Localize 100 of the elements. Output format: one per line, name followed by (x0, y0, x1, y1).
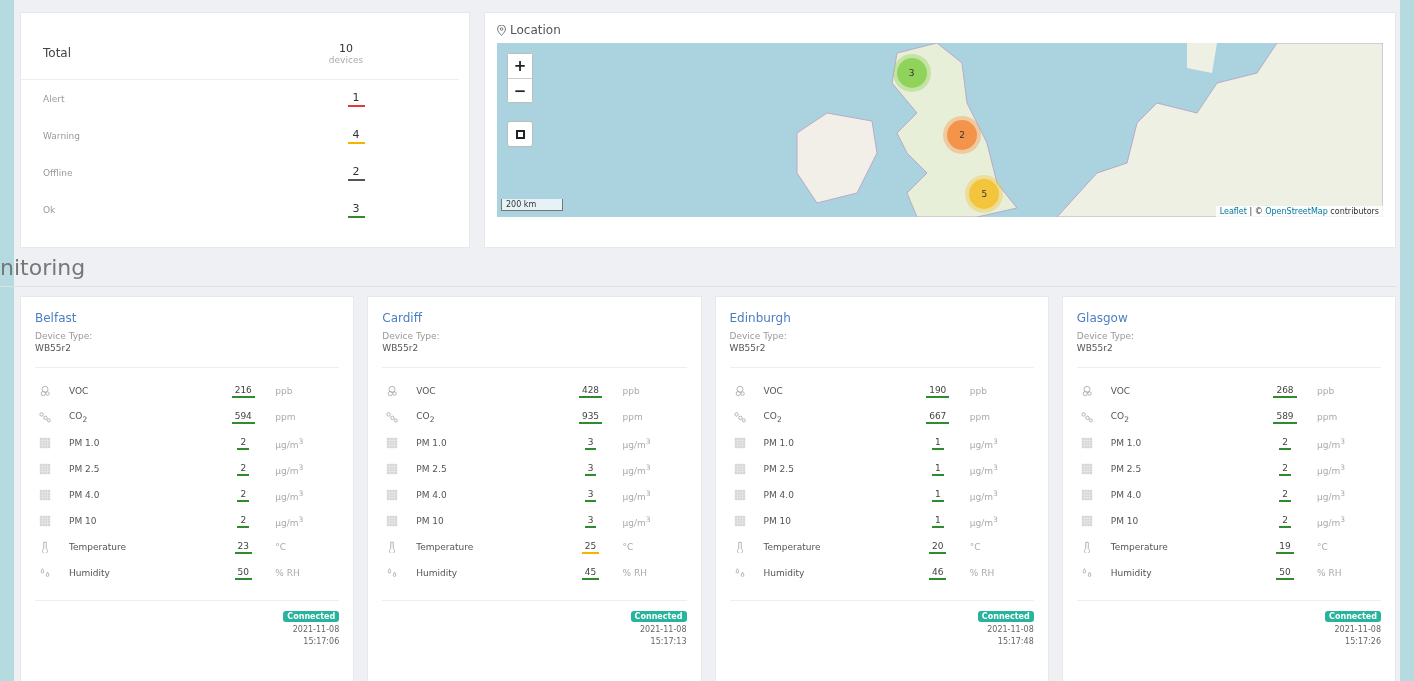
time-text: 15:17:26 (1345, 637, 1381, 646)
reading-value: 25 (581, 540, 600, 554)
reading-value: 50 (234, 566, 252, 580)
reading-value: 3 (584, 514, 597, 528)
location-title: Location (510, 23, 561, 37)
time-text: 15:17:06 (303, 637, 340, 646)
status-count: 2 (347, 164, 365, 181)
reading-unit: ppb (621, 386, 641, 396)
reading-value: 428 (578, 384, 603, 398)
reading-unit: °C (621, 542, 635, 552)
map-button[interactable] (507, 121, 533, 147)
molecule-icon (1080, 385, 1093, 397)
reading-label: Humidity (763, 568, 806, 578)
reading-label: PM 1.0 (416, 438, 448, 448)
reading-label: PM 10 (416, 516, 445, 526)
grid-icon (1080, 489, 1093, 501)
droplets-icon (386, 567, 399, 579)
status-label: Offline (43, 167, 74, 178)
device-name[interactable]: Belfast (35, 311, 340, 325)
grid-icon (386, 489, 399, 501)
device-type: WB55r2 (1076, 343, 1114, 353)
reading-value: 2 (1279, 514, 1291, 528)
reading-value: 2 (237, 488, 250, 502)
reading-unit: µg/m$^{3}$ (968, 488, 999, 502)
reading-label: Temperature (1110, 542, 1169, 552)
openstreetmap-link[interactable]: OpenStreetMap (1265, 207, 1328, 216)
grid-icon (39, 515, 51, 527)
device-type-label: Device Type: (1076, 331, 1136, 341)
reading-value: 45 (581, 566, 600, 580)
leaflet-link[interactable]: Leaflet (1219, 207, 1247, 216)
reading-label: PM 10 (69, 516, 98, 526)
reading-value: 23 (234, 540, 252, 554)
grid-icon (39, 463, 51, 475)
map-attribution: Leaflet | © OpenStreetMap contributors (1215, 206, 1383, 217)
reading-unit: ppb (1316, 386, 1336, 396)
reading-unit: ppb (968, 386, 988, 396)
reading-unit: °C (968, 542, 982, 552)
zoom-out-button[interactable]: − (508, 78, 532, 102)
reading-unit: % RH (968, 568, 996, 578)
grid-icon (386, 463, 399, 475)
grid-icon (1080, 437, 1093, 449)
grid-icon (1080, 463, 1093, 475)
reading-label: VOC (69, 386, 90, 396)
status-badge: Connected (1325, 611, 1381, 622)
status-count: 1 (347, 90, 365, 107)
reading-unit: µg/m$^{3}$ (1316, 436, 1347, 450)
reading-unit: % RH (621, 568, 648, 578)
reading-label: CO$_{2}$ (763, 410, 783, 424)
grid-icon (386, 515, 399, 527)
reading-unit: µg/m$^{3}$ (274, 436, 305, 450)
reading-label: PM 4.0 (416, 490, 448, 500)
status-count: 3 (347, 201, 365, 218)
reading-unit: µg/m$^{3}$ (274, 514, 305, 528)
map-scale: 200 km (501, 199, 563, 211)
reading-unit: µg/m$^{3}$ (1316, 514, 1347, 528)
reading-value: 3 (584, 488, 597, 502)
reading-unit: µg/m$^{3}$ (621, 514, 652, 528)
grid-icon (733, 463, 746, 475)
square-icon (515, 129, 525, 139)
date-text: 2021-11-08 (292, 625, 340, 634)
reading-label: VOC (763, 386, 784, 396)
bubbles-icon (1080, 411, 1093, 423)
reading-label: PM 2.5 (763, 464, 795, 474)
reading-label: PM 1.0 (763, 438, 795, 448)
device-name[interactable]: Cardiff (382, 311, 687, 325)
reading-label: Temperature (69, 542, 127, 552)
reading-value: 2 (1279, 462, 1291, 476)
reading-label: Humidity (69, 568, 111, 578)
reading-unit: µg/m$^{3}$ (968, 514, 999, 528)
droplets-icon (733, 567, 746, 579)
reading-label: PM 10 (1110, 516, 1140, 526)
reading-unit: °C (1316, 542, 1329, 552)
reading-value: 19 (1276, 540, 1294, 554)
droplets-icon (1080, 567, 1093, 579)
reading-value: 20 (929, 540, 947, 554)
status-badge: Connected (630, 611, 687, 622)
device-type: WB55r2 (729, 343, 767, 353)
bubbles-icon (386, 411, 399, 423)
device-name[interactable]: Edinburgh (729, 311, 1034, 325)
date-text: 2021-11-08 (640, 625, 687, 634)
reading-label: CO$_{2}$ (69, 410, 89, 424)
thermometer-icon (39, 541, 51, 553)
reading-label: PM 2.5 (69, 464, 101, 474)
status-label: Alert (43, 93, 66, 104)
device-name[interactable]: Glasgow (1076, 311, 1381, 325)
status-count: 4 (347, 127, 365, 144)
status-badge: Connected (283, 611, 340, 622)
reading-value: 594 (231, 410, 255, 424)
molecule-icon (733, 385, 746, 397)
reading-label: Humidity (416, 568, 459, 578)
reading-value: 935 (578, 410, 603, 424)
reading-value: 3 (584, 462, 597, 476)
grid-icon (733, 489, 746, 501)
molecule-icon (386, 385, 399, 397)
reading-unit: ppm (1316, 412, 1339, 422)
location-pin-icon (497, 24, 506, 36)
reading-label: PM 10 (763, 516, 792, 526)
date-text: 2021-11-08 (987, 625, 1034, 634)
reading-label: Humidity (1110, 568, 1153, 578)
status-label: Warning (43, 130, 81, 141)
